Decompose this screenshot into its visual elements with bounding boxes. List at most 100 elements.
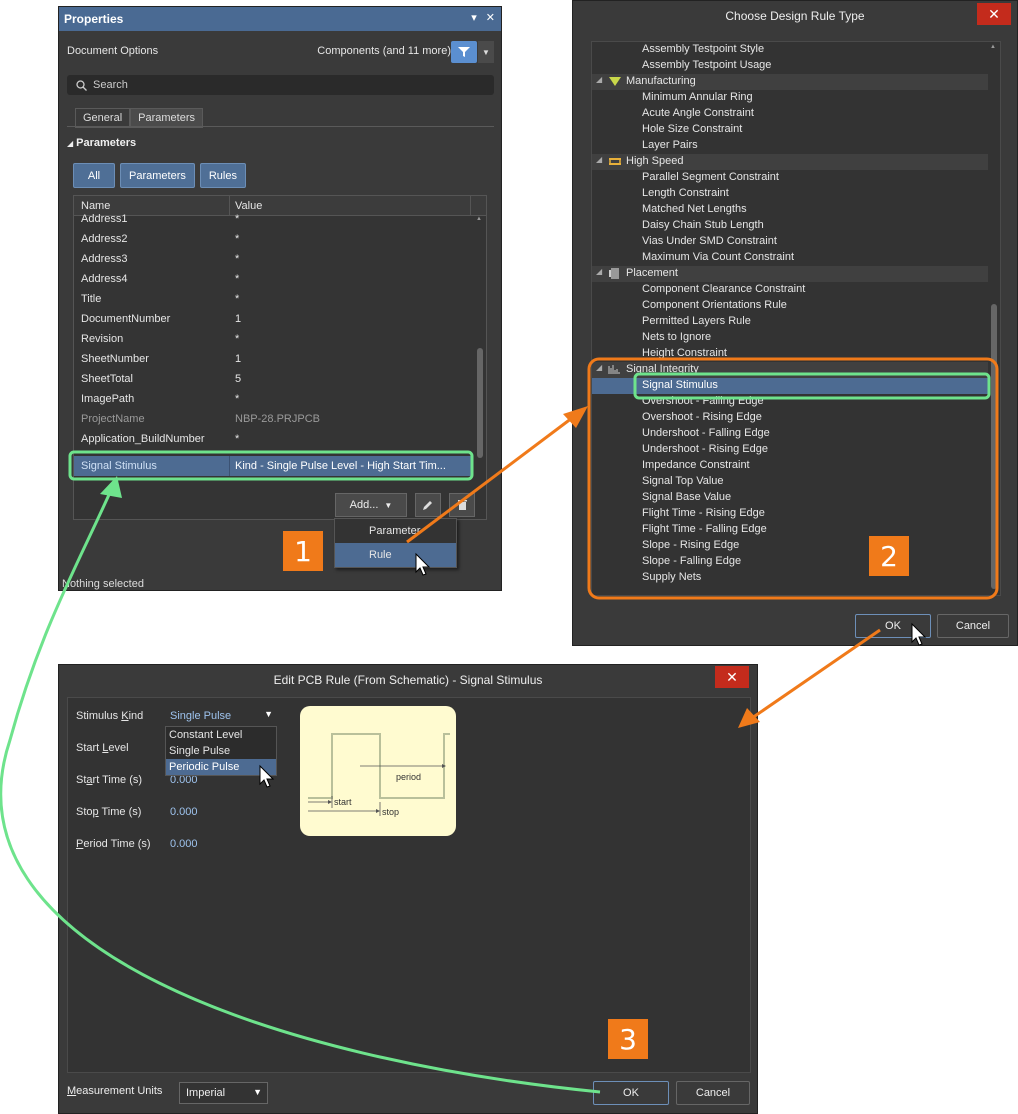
measurement-units-select[interactable]: Imperial ▼ — [179, 1082, 268, 1104]
tree-category-placement[interactable]: ◢ Placement — [592, 266, 988, 282]
expand-icon[interactable]: ◢ — [596, 363, 602, 372]
tree-item[interactable]: Parallel Segment Constraint — [592, 170, 988, 186]
tree-item[interactable]: Signal Top Value — [592, 474, 988, 490]
tree-item[interactable]: Impedance Constraint — [592, 458, 988, 474]
option-constant-level[interactable]: Constant Level — [166, 727, 276, 743]
dialog-title: Choose Design Rule Type — [725, 9, 865, 23]
tree-item[interactable]: Height Constraint — [592, 346, 988, 362]
parameters-section-header[interactable]: ◢ Parameters — [67, 137, 136, 149]
tree-item[interactable]: Flight Time - Falling Edge — [592, 522, 988, 538]
tree-item[interactable]: Matched Net Lengths — [592, 202, 988, 218]
add-button[interactable]: Add... ▼ — [335, 493, 407, 517]
table-row[interactable]: Address1 * — [74, 210, 474, 230]
tree-item[interactable]: Hole Size Constraint — [592, 122, 988, 138]
start-label: start — [334, 797, 352, 807]
option-single-pulse[interactable]: Single Pulse — [166, 743, 276, 759]
table-row[interactable]: Address2 * — [74, 230, 474, 250]
start-level-label: Start Level — [76, 742, 129, 754]
tree-item-label: Supply Nets — [642, 571, 702, 583]
tree-item[interactable]: Assembly Testpoint Style — [592, 42, 988, 58]
tab-general[interactable]: General — [75, 108, 131, 128]
tree-item[interactable]: Overshoot - Falling Edge — [592, 394, 988, 410]
tree-scrollbar[interactable]: ▲ — [990, 44, 998, 591]
table-row[interactable]: SheetTotal 5 — [74, 370, 474, 390]
tree-item[interactable]: Slope - Falling Edge — [592, 554, 988, 570]
param-value: * — [235, 293, 240, 305]
panel-menu-icon[interactable]: ▾ — [471, 11, 477, 24]
ok-button[interactable]: OK — [855, 614, 931, 638]
measurement-units-value: Imperial — [186, 1087, 226, 1099]
tree-item-label: Overshoot - Falling Edge — [642, 395, 764, 407]
close-icon: ✕ — [988, 5, 1000, 22]
table-row[interactable]: Address3 * — [74, 250, 474, 270]
filter-rules-button[interactable]: Rules — [199, 163, 246, 188]
tree-item-label: Slope - Rising Edge — [642, 539, 740, 551]
close-button[interactable]: ✕ — [715, 666, 749, 688]
filter-button[interactable] — [451, 41, 477, 63]
tree-item[interactable]: Undershoot - Falling Edge — [592, 426, 988, 442]
tree-item[interactable]: Component Clearance Constraint — [592, 282, 988, 298]
tree-category-high-speed[interactable]: ◢ High Speed — [592, 154, 988, 170]
tree-item-label: High Speed — [626, 155, 684, 167]
table-row[interactable]: Revision * — [74, 330, 474, 350]
tree-item[interactable]: Component Orientations Rule — [592, 298, 988, 314]
tree-item[interactable]: Supply Nets — [592, 570, 988, 586]
delete-button[interactable] — [449, 493, 475, 517]
close-button[interactable]: ✕ — [977, 3, 1011, 25]
table-row[interactable]: SheetNumber 1 — [74, 350, 474, 370]
table-scrollbar[interactable]: ▲ — [476, 216, 484, 462]
tree-item-label: Nets to Ignore — [642, 331, 712, 343]
menu-item-parameter[interactable]: Parameter — [335, 519, 456, 543]
tree-item[interactable]: Nets to Ignore — [592, 330, 988, 346]
filter-dropdown[interactable]: ▼ — [478, 41, 494, 63]
status-text: Nothing selected — [62, 578, 144, 590]
stimulus-kind-select[interactable]: Single Pulse ▼ — [163, 706, 279, 726]
expand-icon[interactable]: ◢ — [596, 267, 602, 276]
signal-stimulus-row[interactable]: Signal Stimulus Kind - Single Pulse Leve… — [74, 456, 471, 476]
tree-item[interactable]: Assembly Testpoint Usage — [592, 58, 988, 74]
close-icon[interactable]: ✕ — [486, 11, 495, 24]
menu-item-rule[interactable]: Rule — [335, 543, 456, 567]
table-row[interactable]: ImagePath * — [74, 390, 474, 410]
tree-item-label: Signal Integrity — [626, 363, 699, 375]
tree-item[interactable]: Signal Stimulus — [592, 378, 988, 394]
tree-item[interactable]: Flight Time - Rising Edge — [592, 506, 988, 522]
table-row[interactable]: ProjectName NBP-28.PRJPCB — [74, 410, 474, 430]
tree-item-label: Undershoot - Falling Edge — [642, 427, 770, 439]
tree-item[interactable]: Maximum Via Count Constraint — [592, 250, 988, 266]
tree-item[interactable]: Daisy Chain Stub Length — [592, 218, 988, 234]
tree-item[interactable]: Layer Pairs — [592, 138, 988, 154]
tree-category-manufacturing[interactable]: ◢ Manufacturing — [592, 74, 988, 90]
table-row[interactable]: DocumentNumber 1 — [74, 310, 474, 330]
filter-parameters-button[interactable]: Parameters — [120, 163, 195, 188]
tree-item[interactable]: Acute Angle Constraint — [592, 106, 988, 122]
stop-time-field[interactable]: 0.000 — [170, 806, 198, 818]
cancel-button[interactable]: Cancel — [937, 614, 1009, 638]
tree-item[interactable]: Undershoot - Rising Edge — [592, 442, 988, 458]
tree-category-signal-integrity[interactable]: ◢ Signal Integrity — [592, 362, 988, 378]
edit-button[interactable] — [415, 493, 441, 517]
search-placeholder: Search — [93, 79, 128, 91]
filter-all-button[interactable]: All — [73, 163, 115, 188]
tree-item-label: Signal Stimulus — [642, 379, 718, 391]
expand-icon[interactable]: ◢ — [596, 155, 602, 164]
tree-item[interactable]: Overshoot - Rising Edge — [592, 410, 988, 426]
expand-icon[interactable]: ◢ — [596, 75, 602, 84]
table-row[interactable]: Application_BuildNumber * — [74, 430, 474, 450]
option-periodic-pulse[interactable]: Periodic Pulse — [166, 759, 276, 775]
tree-item[interactable]: Slope - Rising Edge — [592, 538, 988, 554]
ok-button[interactable]: OK — [593, 1081, 669, 1105]
table-row[interactable]: Title * — [74, 290, 474, 310]
table-row[interactable]: Address4 * — [74, 270, 474, 290]
tab-parameters[interactable]: Parameters — [130, 108, 203, 128]
cancel-button[interactable]: Cancel — [676, 1081, 750, 1105]
tree-item[interactable]: Length Constraint — [592, 186, 988, 202]
tree-item[interactable]: Signal Base Value — [592, 490, 988, 506]
tree-item[interactable]: Minimum Annular Ring — [592, 90, 988, 106]
tree-item[interactable]: Permitted Layers Rule — [592, 314, 988, 330]
period-label: period — [396, 772, 421, 782]
search-input[interactable]: Search — [67, 75, 494, 95]
tree-item[interactable]: Vias Under SMD Constraint — [592, 234, 988, 250]
period-time-field[interactable]: 0.000 — [170, 838, 198, 850]
measurement-units-label: Measurement Units — [67, 1085, 163, 1097]
